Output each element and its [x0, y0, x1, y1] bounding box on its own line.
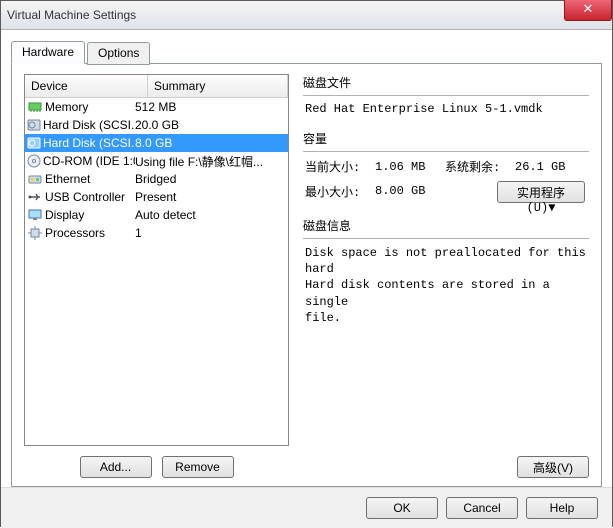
device-row[interactable]: Hard Disk (SCSI...20.0 GB	[25, 116, 288, 134]
hdd-icon	[27, 135, 41, 151]
device-summary: Bridged	[135, 172, 286, 186]
diskinfo-line: Disk space is not preallocated for this …	[305, 245, 587, 277]
max-size-label: 最小大小:	[305, 183, 375, 200]
device-name: Ethernet	[45, 172, 90, 186]
device-row[interactable]: Ethernet Bridged	[25, 170, 288, 188]
cd-icon	[27, 153, 41, 169]
device-summary: Auto detect	[135, 208, 286, 222]
advanced-button[interactable]: 高级(V)	[517, 456, 589, 478]
memory-icon	[27, 99, 43, 115]
tab-options[interactable]: Options	[87, 42, 150, 65]
capacity-label: 容量	[303, 130, 589, 149]
device-row[interactable]: Processors 1	[25, 224, 288, 242]
device-name: Display	[45, 208, 84, 222]
column-header-summary[interactable]: Summary	[148, 75, 288, 97]
device-summary: 8.0 GB	[135, 136, 286, 150]
device-row[interactable]: USB Controller Present	[25, 188, 288, 206]
device-name: Memory	[45, 100, 88, 114]
diskinfo-line: file.	[305, 310, 587, 326]
utilities-button[interactable]: 实用程序(U)▼	[497, 181, 585, 203]
net-icon	[27, 171, 43, 187]
diskinfo-line: Hard disk contents are stored in a singl…	[305, 277, 587, 309]
device-name: Hard Disk (SCSI...	[43, 136, 135, 150]
system-free-value: 26.1 GB	[515, 160, 585, 174]
add-button[interactable]: Add...	[80, 456, 152, 478]
current-size-value: 1.06 MB	[375, 160, 445, 174]
device-row[interactable]: CD-ROM (IDE 1:0)Using file F:\静像\红帽...	[25, 152, 288, 170]
display-icon	[27, 207, 43, 223]
device-list[interactable]: Device Summary Memory512 MBHard Disk (SC…	[24, 74, 289, 446]
device-name: Hard Disk (SCSI...	[43, 118, 135, 132]
device-summary: 20.0 GB	[135, 118, 286, 132]
device-name: Processors	[45, 226, 105, 240]
device-name: CD-ROM (IDE 1:0)	[43, 154, 135, 168]
device-row[interactable]: Hard Disk (SCSI...8.0 GB	[25, 134, 288, 152]
usb-icon	[27, 189, 43, 205]
current-size-label: 当前大小:	[305, 158, 375, 175]
system-free-label: 系统剩余:	[445, 158, 515, 175]
column-header-device[interactable]: Device	[25, 75, 148, 97]
device-row[interactable]: Display Auto detect	[25, 206, 288, 224]
diskfile-value: Red Hat Enterprise Linux 5-1.vmdk	[305, 102, 543, 116]
diskinfo-label: 磁盘信息	[303, 217, 589, 236]
device-summary: Present	[135, 190, 286, 204]
device-summary: 512 MB	[135, 100, 286, 114]
cpu-icon	[27, 225, 43, 241]
close-button[interactable]: ✕	[564, 0, 612, 21]
device-summary: 1	[135, 226, 286, 240]
hdd-icon	[27, 117, 41, 133]
tab-hardware[interactable]: Hardware	[11, 41, 85, 64]
window-title: Virtual Machine Settings	[7, 8, 136, 22]
max-size-value: 8.00 GB	[375, 184, 445, 198]
help-button[interactable]: Help	[526, 497, 598, 519]
device-summary: Using file F:\静像\红帽...	[135, 153, 286, 170]
cancel-button[interactable]: Cancel	[446, 497, 518, 519]
device-row[interactable]: Memory 512 MB	[25, 98, 288, 116]
remove-button[interactable]: Remove	[162, 456, 234, 478]
device-name: USB Controller	[45, 190, 125, 204]
ok-button[interactable]: OK	[366, 497, 438, 519]
diskfile-label: 磁盘文件	[303, 74, 589, 93]
